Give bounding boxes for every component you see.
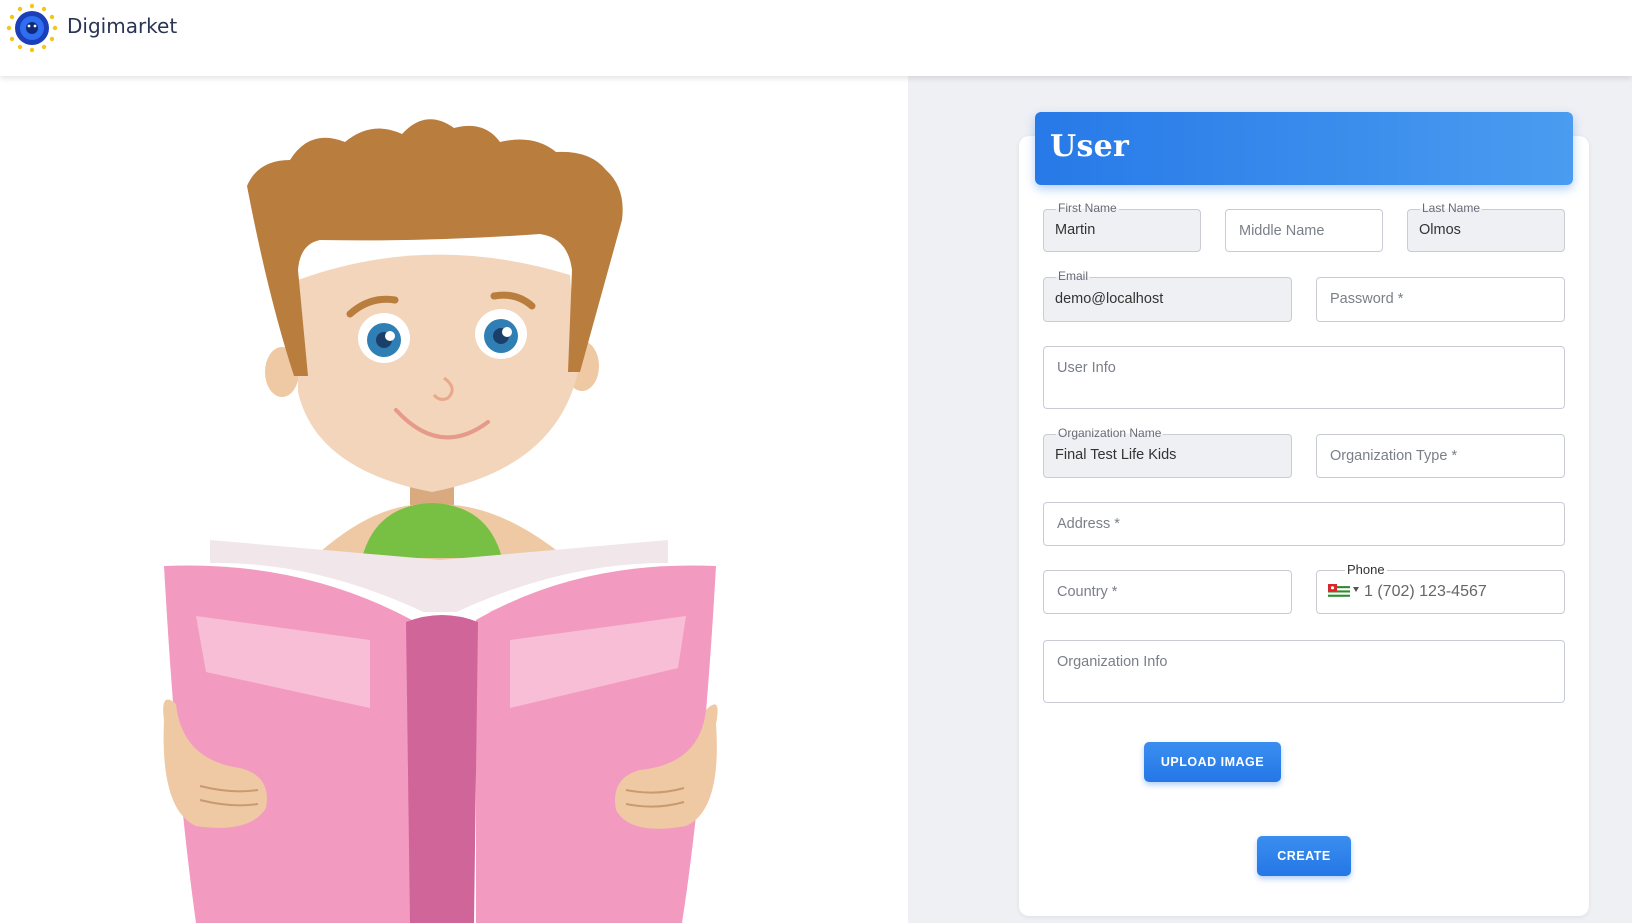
first-name-label: First Name: [1056, 201, 1119, 215]
email-value: demo@localhost: [1055, 291, 1164, 307]
last-name-field[interactable]: Last Name Olmos: [1407, 201, 1565, 252]
address-placeholder: Address *: [1057, 516, 1120, 532]
upload-image-button[interactable]: UPLOAD IMAGE: [1144, 742, 1281, 782]
organization-name-value: Final Test Life Kids: [1055, 447, 1177, 463]
middle-name-field[interactable]: Middle Name: [1225, 209, 1383, 252]
user-info-placeholder: User Info: [1057, 360, 1116, 376]
organization-name-label: Organization Name: [1056, 426, 1164, 440]
country-placeholder: Country *: [1057, 584, 1118, 600]
chevron-down-icon[interactable]: [1353, 587, 1359, 592]
first-name-value: Martin: [1055, 222, 1096, 238]
top-bar: Digimarket: [0, 0, 1632, 76]
abkhazia-flag-icon[interactable]: [1328, 584, 1350, 599]
digimarket-logo-icon[interactable]: [4, 2, 60, 54]
form-header: User: [1035, 112, 1573, 185]
phone-value: 1 (702) 123-4567: [1364, 583, 1487, 600]
phone-label: Phone: [1345, 562, 1387, 577]
first-name-field[interactable]: First Name Martin: [1043, 201, 1201, 252]
country-field[interactable]: Country *: [1043, 570, 1292, 614]
boy-reading-book-illustration: [163, 119, 718, 923]
organization-info-field[interactable]: Organization Info: [1043, 640, 1565, 703]
brand-name[interactable]: Digimarket: [67, 14, 177, 38]
password-placeholder: Password *: [1330, 291, 1404, 307]
create-button[interactable]: CREATE: [1257, 836, 1351, 876]
user-info-field[interactable]: User Info: [1043, 346, 1565, 409]
form-title: User: [1050, 129, 1130, 164]
last-name-label: Last Name: [1420, 201, 1483, 215]
email-field[interactable]: Email demo@localhost: [1043, 269, 1292, 322]
middle-name-placeholder: Middle Name: [1239, 223, 1325, 239]
phone-field[interactable]: Phone 1 (702) 123-4567: [1316, 562, 1565, 614]
last-name-value: Olmos: [1419, 222, 1461, 238]
address-field[interactable]: Address *: [1043, 502, 1565, 546]
hero-illustration: [0, 76, 908, 923]
organization-type-placeholder: Organization Type *: [1330, 448, 1458, 464]
organization-type-field[interactable]: Organization Type *: [1316, 434, 1565, 478]
password-field[interactable]: Password *: [1316, 277, 1565, 322]
organization-name-field[interactable]: Organization Name Final Test Life Kids: [1043, 426, 1292, 478]
organization-info-placeholder: Organization Info: [1057, 654, 1168, 670]
email-label: Email: [1056, 269, 1091, 283]
